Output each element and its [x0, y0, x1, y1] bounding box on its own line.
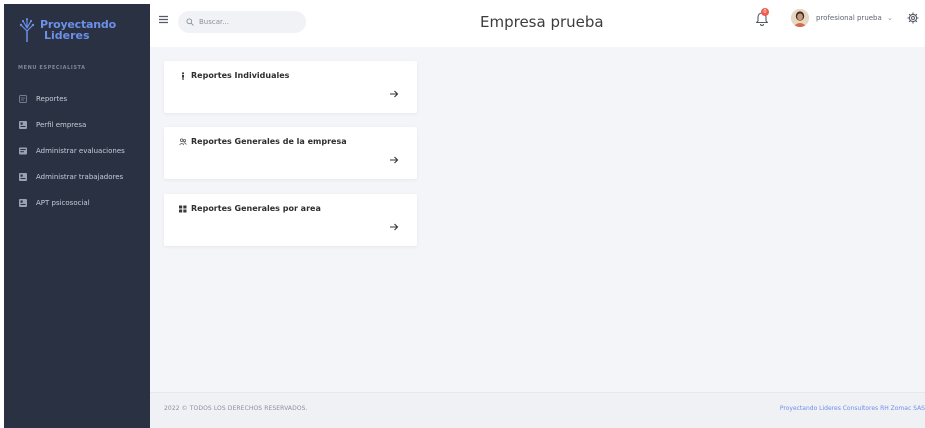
- gear-icon[interactable]: [907, 12, 919, 24]
- grid-icon: [179, 205, 187, 212]
- sidebar-item-perfil-empresa[interactable]: Perfil empresa: [4, 112, 150, 138]
- main-content: Reportes Individuales Reportes Generales…: [150, 47, 925, 392]
- user-photo-icon: [791, 9, 809, 27]
- sidebar-item-apt-psicosocial[interactable]: APT psicosocial: [4, 190, 150, 216]
- user-name[interactable]: profesional prueba: [816, 14, 882, 22]
- top-bar: Empresa prueba 0 profesional prueba ⌄: [150, 4, 925, 47]
- sidebar-item-label: Reportes: [36, 95, 68, 103]
- arrow-right-icon[interactable]: [389, 155, 399, 165]
- sidebar-menu: Reportes Perfil empresa Administrar eval…: [4, 86, 150, 216]
- sidebar-item-administrar-evaluaciones[interactable]: Administrar evaluaciones: [4, 138, 150, 164]
- sidebar-item-label: Administrar trabajadores: [36, 173, 124, 181]
- brand-logo[interactable]: Proyectando Lideres: [18, 15, 116, 45]
- people-icon: [179, 138, 187, 145]
- notification-badge: 0: [761, 8, 769, 16]
- company-credit-link[interactable]: Proyectando Lideres Consultores RH Zomac…: [780, 405, 925, 412]
- footer: 2022 © TODOS LOS DERECHOS RESERVADOS. Pr…: [150, 392, 925, 428]
- clipboard-icon: [19, 147, 27, 155]
- brand-name-line2: Lideres: [44, 29, 90, 42]
- menu-section-title: MENU ESPECIALISTA: [18, 65, 86, 71]
- chevron-down-icon[interactable]: ⌄: [887, 14, 893, 22]
- card-title: Reportes Generales por area: [179, 204, 321, 213]
- document-icon: [19, 95, 27, 103]
- id-card-icon: [19, 121, 27, 129]
- sidebar-item-reportes[interactable]: Reportes: [4, 86, 150, 112]
- tree-logo-icon: [19, 18, 35, 42]
- card-title: Reportes Individuales: [179, 71, 289, 80]
- report-card-area[interactable]: Reportes Generales por area: [164, 194, 417, 246]
- report-card-individual[interactable]: Reportes Individuales: [164, 61, 417, 113]
- card-title-text: Reportes Generales por area: [191, 204, 321, 213]
- search-input[interactable]: [199, 18, 299, 26]
- card-title-text: Reportes Individuales: [191, 71, 290, 80]
- arrow-right-icon[interactable]: [389, 222, 399, 232]
- sidebar-item-label: Perfil empresa: [36, 121, 87, 129]
- id-card-icon: [19, 199, 27, 207]
- card-title-text: Reportes Generales de la empresa: [191, 137, 347, 146]
- search-box: [178, 11, 306, 33]
- arrow-right-icon[interactable]: [389, 89, 399, 99]
- page-title: Empresa prueba: [480, 13, 604, 31]
- search-icon: [186, 18, 194, 26]
- sidebar-item-label: APT psicosocial: [36, 199, 90, 207]
- hamburger-menu-icon[interactable]: [159, 15, 168, 24]
- copyright-text: 2022 © TODOS LOS DERECHOS RESERVADOS.: [164, 405, 308, 412]
- sidebar: Proyectando Lideres MENU ESPECIALISTA Re…: [4, 4, 150, 428]
- person-icon: [181, 71, 185, 80]
- avatar[interactable]: [791, 9, 809, 27]
- sidebar-item-administrar-trabajadores[interactable]: Administrar trabajadores: [4, 164, 150, 190]
- id-card-icon: [19, 173, 27, 181]
- card-title: Reportes Generales de la empresa: [179, 137, 347, 146]
- report-card-empresa[interactable]: Reportes Generales de la empresa: [164, 127, 417, 179]
- sidebar-item-label: Administrar evaluaciones: [36, 147, 125, 155]
